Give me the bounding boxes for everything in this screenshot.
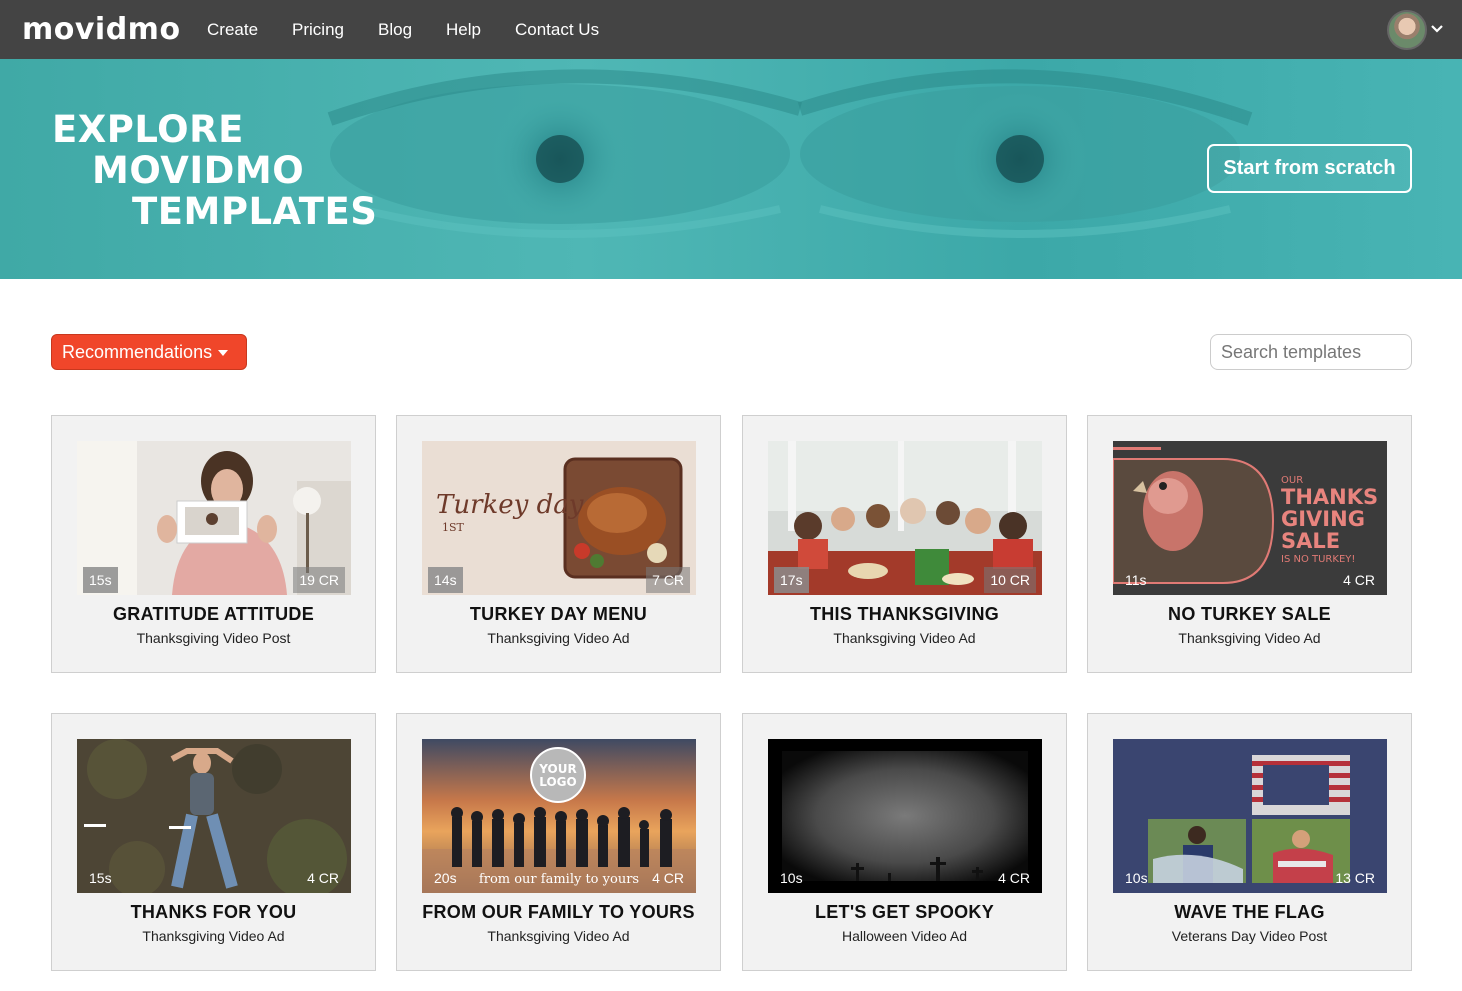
nav-link-contact-us[interactable]: Contact Us <box>515 20 599 40</box>
credits-badge: 7 CR <box>646 567 690 593</box>
top-nav: movidmo Create Pricing Blog Help Contact… <box>0 0 1462 59</box>
nav-link-pricing[interactable]: Pricing <box>292 20 344 40</box>
search-templates-input[interactable] <box>1210 334 1412 370</box>
template-card-thanks-for-you[interactable]: 15s 4 CR THANKS FOR YOU Thanksgiving Vid… <box>51 713 376 971</box>
thumb-text-no-turkey: IS NO TURKEY! <box>1281 554 1355 565</box>
template-subtitle: Thanksgiving Video Ad <box>833 630 976 646</box>
caret-down-icon <box>218 350 229 356</box>
start-from-scratch-button[interactable]: Start from scratch <box>1207 144 1412 193</box>
hero-banner: EXPLORE MOVIDMO TEMPLATES Start from scr… <box>0 59 1462 279</box>
template-title: GRATITUDE ATTITUDE <box>112 604 315 624</box>
template-subtitle: Thanksgiving Video Post <box>136 630 291 646</box>
thumb-text-thanks: THANKS <box>1281 485 1378 509</box>
template-card-lets-get-spooky[interactable]: 10s 4 CR LET'S GET SPOOKY Halloween Vide… <box>742 713 1067 971</box>
template-thumbnail: YOUR LOGO from our family to yours 20s 4… <box>422 739 696 893</box>
credits-badge: 19 CR <box>293 567 345 593</box>
credits-badge: 10 CR <box>984 567 1036 593</box>
duration-badge: 11s <box>1125 572 1147 588</box>
template-title: THANKS FOR YOU <box>130 902 297 922</box>
duration-badge: 20s <box>434 870 457 886</box>
template-subtitle: Thanksgiving Video Ad <box>1178 630 1321 646</box>
template-thumbnail: 17s 10 CR <box>768 441 1042 595</box>
template-thumbnail: 15s 4 CR <box>77 739 351 893</box>
template-title: FROM OUR FAMILY TO YOURS <box>422 902 695 922</box>
nav-link-create[interactable]: Create <box>207 20 258 40</box>
movidmo-logo[interactable]: movidmo <box>22 12 181 48</box>
template-subtitle: Veterans Day Video Post <box>1171 928 1328 944</box>
nav-links: Create Pricing Blog Help Contact Us <box>190 0 616 59</box>
template-subtitle: Thanksgiving Video Ad <box>487 630 630 646</box>
template-card-this-thanksgiving[interactable]: 17s 10 CR THIS THANKSGIVING Thanksgiving… <box>742 415 1067 673</box>
duration-badge: 15s <box>83 567 118 593</box>
thumb-small-text: 1ST <box>442 521 465 534</box>
chevron-down-icon[interactable] <box>1430 22 1444 36</box>
duration-badge: 15s <box>89 870 112 886</box>
thumb-text-giving: GIVING <box>1281 507 1365 531</box>
credits-badge: 13 CR <box>1335 870 1375 886</box>
recommendations-dropdown[interactable]: Recommendations <box>51 334 247 370</box>
template-card-gratitude-attitude[interactable]: 15s 19 CR GRATITUDE ATTITUDE Thanksgivin… <box>51 415 376 673</box>
credits-badge: 4 CR <box>1343 572 1375 588</box>
your-logo-text-1: YOUR <box>538 762 576 776</box>
duration-badge: 10s <box>1125 870 1148 886</box>
credits-badge: 4 CR <box>652 870 684 886</box>
hero-title-line3: TEMPLATES <box>132 190 378 233</box>
credits-badge: 4 CR <box>307 870 339 886</box>
template-card-wave-the-flag[interactable]: 10s 13 CR WAVE THE FLAG Veterans Day Vid… <box>1087 713 1412 971</box>
nav-link-help[interactable]: Help <box>446 20 481 40</box>
duration-badge: 10s <box>780 870 803 886</box>
credits-badge: 4 CR <box>998 870 1030 886</box>
template-thumbnail: 15s 19 CR <box>77 441 351 595</box>
template-subtitle: Halloween Video Ad <box>841 928 968 944</box>
template-subtitle: Thanksgiving Video Ad <box>142 928 285 944</box>
recommendations-label: Recommendations <box>62 341 213 362</box>
thumb-script-text: Turkey day <box>436 490 584 520</box>
template-subtitle: Thanksgiving Video Ad <box>487 928 630 944</box>
thumb-caption: from our family to yours <box>479 872 639 887</box>
template-title: THIS THANKSGIVING <box>809 604 1000 624</box>
duration-badge: 17s <box>774 567 809 593</box>
your-logo-text-2: LOGO <box>539 775 576 789</box>
template-thumbnail: OUR THANKS GIVING SALE IS NO TURKEY! 11s… <box>1113 441 1387 595</box>
template-title: NO TURKEY SALE <box>1168 604 1331 624</box>
template-thumbnail: 10s 4 CR <box>768 739 1042 893</box>
thumb-text-sale: SALE <box>1281 529 1340 553</box>
user-avatar[interactable] <box>1387 10 1427 50</box>
template-thumbnail: 10s 13 CR <box>1113 739 1387 893</box>
template-thumbnail: Turkey day 1ST 14s 7 CR <box>422 441 696 595</box>
template-title: TURKEY DAY MENU <box>469 604 648 624</box>
nav-link-blog[interactable]: Blog <box>378 20 412 40</box>
hero-title-line1: EXPLORE <box>52 108 244 151</box>
template-card-turkey-day-menu[interactable]: Turkey day 1ST 14s 7 CR TURKEY DAY MENU … <box>396 415 721 673</box>
template-card-from-our-family-to-yours[interactable]: YOUR LOGO from our family to yours 20s 4… <box>396 713 721 971</box>
template-title: LET'S GET SPOOKY <box>814 902 995 922</box>
hero-title-line2: MOVIDMO <box>92 149 305 192</box>
duration-badge: 14s <box>428 567 463 593</box>
template-title: WAVE THE FLAG <box>1174 902 1325 922</box>
hero-title: EXPLORE MOVIDMO TEMPLATES <box>52 109 377 232</box>
template-card-no-turkey-sale[interactable]: OUR THANKS GIVING SALE IS NO TURKEY! 11s… <box>1087 415 1412 673</box>
